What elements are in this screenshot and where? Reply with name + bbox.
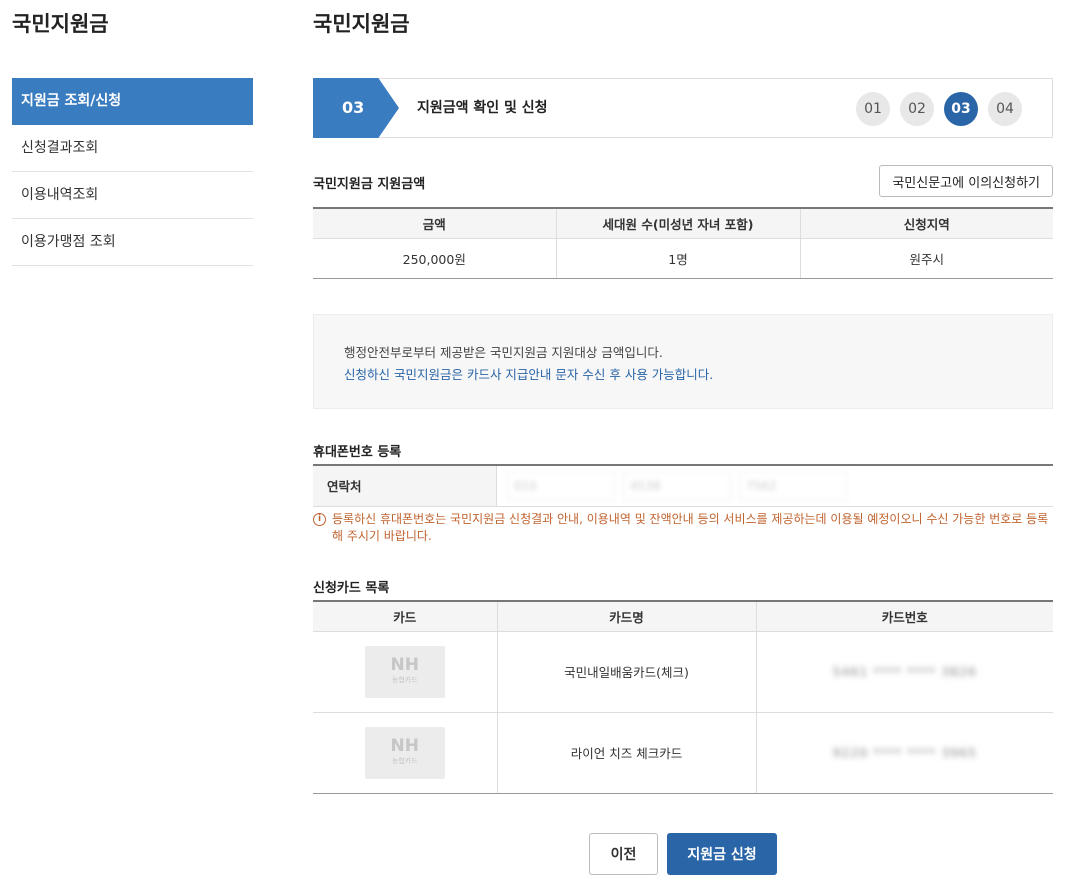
notice-box: 행정안전부로부터 제공받은 국민지원금 지원대상 금액입니다. 신청하신 국민지… — [313, 314, 1053, 409]
nh-card-logo: NH 농협카드 — [364, 645, 445, 698]
header-amount: 금액 — [313, 207, 556, 239]
card-number: 9220 **** **** 3965 — [755, 712, 1053, 794]
card-table: 카드 카드명 카드번호 NH 농협카드 국민내일배움카드(체크) 5461 **… — [313, 600, 1053, 794]
prev-button[interactable]: 이전 — [589, 833, 658, 875]
header-region: 신청지역 — [799, 207, 1053, 239]
phone-label: 연락처 — [313, 466, 497, 506]
amount-value: 250,000원 — [313, 238, 556, 279]
nh-logo-sub: 농협카드 — [391, 756, 418, 765]
header-card-name: 카드명 — [496, 600, 756, 632]
phone-warning: i 등록하신 휴대폰번호는 국민지원금 신청결과 안내, 이용내역 및 잔액안내… — [313, 511, 1053, 545]
nh-card-logo: NH 농협카드 — [364, 726, 445, 779]
card-name: 국민내일배움카드(체크) — [496, 631, 756, 713]
phone-fields — [497, 466, 847, 506]
amount-section-title: 국민지원금 지원금액 — [313, 177, 426, 192]
sidebar-item-apply[interactable]: 지원금 조회/신청 — [12, 78, 253, 125]
phone-field-1[interactable] — [507, 471, 615, 501]
nh-logo-text: NH — [390, 654, 419, 675]
step-dot-03: 03 — [944, 92, 978, 126]
current-step-badge: 03 — [313, 78, 399, 138]
table-row: NH 농협카드 국민내일배움카드(체크) 5461 **** **** 3826 — [313, 631, 1053, 713]
step-dots: 01 02 03 04 — [856, 92, 1022, 126]
info-icon: i — [313, 513, 326, 526]
phone-field-3[interactable] — [739, 471, 847, 501]
step-dot-02: 02 — [900, 92, 934, 126]
table-row: NH 농협카드 라이언 치즈 체크카드 9220 **** **** 3965 — [313, 712, 1053, 794]
phone-table: 연락처 — [313, 464, 1053, 507]
current-step-label: 지원금액 확인 및 신청 — [417, 100, 548, 116]
region-value: 원주시 — [799, 238, 1053, 279]
side-menu: 지원금 조회/신청 신청결과조회 이용내역조회 이용가맹점 조회 — [12, 78, 253, 266]
phone-warning-text: 등록하신 휴대폰번호는 국민지원금 신청결과 안내, 이용내역 및 잔액안내 등… — [332, 512, 1049, 543]
sidebar-item-result[interactable]: 신청결과조회 — [12, 125, 253, 172]
apply-button[interactable]: 지원금 신청 — [667, 833, 777, 875]
table-row: 250,000원 1명 원주시 — [313, 238, 1053, 279]
step-dot-01: 01 — [856, 92, 890, 126]
header-household: 세대원 수(미성년 자녀 포함) — [555, 207, 800, 239]
objection-button[interactable]: 국민신문고에 이의신청하기 — [879, 165, 1053, 197]
amount-table: 금액 세대원 수(미성년 자녀 포함) 신청지역 250,000원 1명 원주시 — [313, 207, 1053, 279]
card-name: 라이언 치즈 체크카드 — [496, 712, 756, 794]
step-indicator: 03 지원금액 확인 및 신청 01 02 03 04 — [313, 78, 1053, 138]
header-card: 카드 — [313, 600, 497, 632]
nh-logo-text: NH — [390, 735, 419, 756]
phone-section-title: 휴대폰번호 등록 — [313, 445, 402, 460]
card-table-header: 카드 카드명 카드번호 — [313, 600, 1053, 632]
notice-line-2: 신청하신 국민지원금은 카드사 지급안내 문자 수신 후 사용 가능합니다. — [344, 367, 714, 382]
page-title: 국민지원금 — [313, 12, 410, 36]
card-number: 5461 **** **** 3826 — [755, 631, 1053, 713]
card-logo-cell: NH 농협카드 — [313, 712, 497, 794]
notice-line-1: 행정안전부로부터 제공받은 국민지원금 지원대상 금액입니다. — [344, 345, 663, 360]
card-logo-cell: NH 농협카드 — [313, 631, 497, 713]
header-card-number: 카드번호 — [755, 600, 1053, 632]
step-dot-04: 04 — [988, 92, 1022, 126]
card-section-title: 신청카드 목록 — [313, 581, 390, 596]
sidebar-item-history[interactable]: 이용내역조회 — [12, 172, 253, 219]
household-value: 1명 — [555, 238, 800, 279]
sidebar-title: 국민지원금 — [12, 12, 109, 36]
phone-field-2[interactable] — [623, 471, 731, 501]
nh-logo-sub: 농협카드 — [391, 675, 418, 684]
amount-table-header: 금액 세대원 수(미성년 자녀 포함) 신청지역 — [313, 207, 1053, 239]
card-number-text: 5461 **** **** 3826 — [832, 664, 978, 679]
sidebar-item-merchants[interactable]: 이용가맹점 조회 — [12, 219, 253, 266]
card-number-text: 9220 **** **** 3965 — [832, 745, 978, 760]
